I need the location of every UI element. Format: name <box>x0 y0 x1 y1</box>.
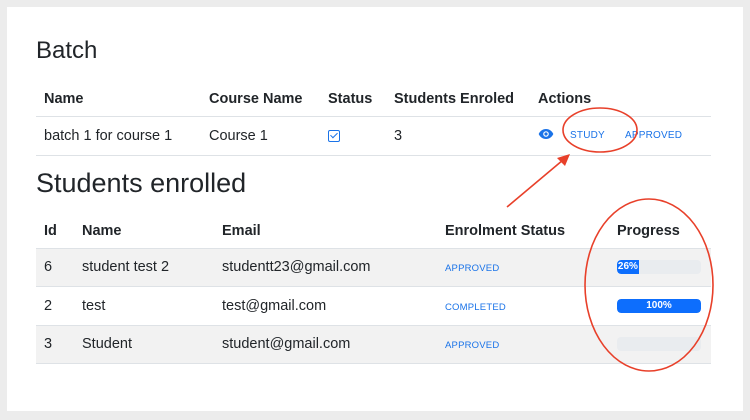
col-header-name: Name <box>36 83 201 117</box>
col-header-id: Id <box>36 214 74 249</box>
status-badge: APPROVED <box>445 263 500 275</box>
batch-heading: Batch <box>36 37 98 64</box>
status-badge: APPROVED <box>445 340 500 352</box>
student-email: studentt23@gmail.com <box>214 248 437 287</box>
checkbox-checked-icon <box>328 129 340 142</box>
student-id: 3 <box>36 325 74 364</box>
student-name: Student <box>74 325 214 364</box>
col-header-progress: Progress <box>609 214 711 249</box>
batch-students-enroled: 3 <box>386 116 530 156</box>
student-email: test@gmail.com <box>214 286 437 326</box>
col-header-email: Email <box>214 214 437 249</box>
student-id: 2 <box>36 286 74 326</box>
eye-icon[interactable] <box>538 128 554 144</box>
batch-row: batch 1 for course 1 Course 1 3 STUDY AP… <box>36 116 711 156</box>
batch-table: Name Course Name Status Students Enroled… <box>36 83 711 156</box>
approved-button[interactable]: APPROVED <box>625 130 682 141</box>
batch-course-name: Course 1 <box>201 116 320 156</box>
col-header-actions: Actions <box>530 83 711 117</box>
batch-status <box>320 116 386 156</box>
table-row: 6 student test 2 studentt23@gmail.com AP… <box>36 248 711 287</box>
students-heading: Students enrolled <box>36 168 247 198</box>
progress-fill: 26% <box>617 260 639 275</box>
student-id: 6 <box>36 248 74 287</box>
col-header-student-name: Name <box>74 214 214 249</box>
student-name: student test 2 <box>74 248 214 287</box>
progress-cell <box>609 325 711 364</box>
study-button[interactable]: STUDY <box>570 130 605 141</box>
col-header-status: Status <box>320 83 386 117</box>
enrolment-status: APPROVED <box>437 248 609 287</box>
status-badge: COMPLETED <box>445 301 506 313</box>
col-header-course-name: Course Name <box>201 83 320 117</box>
table-row: 3 Student student@gmail.com APPROVED <box>36 325 711 364</box>
progress-bar: 100% <box>617 298 701 313</box>
progress-bar: 26% <box>617 260 701 275</box>
student-name: test <box>74 286 214 326</box>
batch-header-row: Name Course Name Status Students Enroled… <box>36 83 711 117</box>
progress-cell: 100% <box>609 286 711 326</box>
progress-bar <box>617 337 701 352</box>
batch-actions: STUDY APPROVED <box>530 116 711 156</box>
enrolment-status: COMPLETED <box>437 286 609 326</box>
content-card: Batch Name Course Name Status Students E… <box>7 7 743 411</box>
progress-fill: 100% <box>617 298 701 313</box>
table-row: 2 test test@gmail.com COMPLETED 100% <box>36 286 711 326</box>
student-email: student@gmail.com <box>214 325 437 364</box>
progress-cell: 26% <box>609 248 711 287</box>
col-header-students-enroled: Students Enroled <box>386 83 530 117</box>
students-header-row: Id Name Email Enrolment Status Progress <box>36 214 711 249</box>
col-header-enrolment-status: Enrolment Status <box>437 214 609 249</box>
enrolment-status: APPROVED <box>437 325 609 364</box>
students-table: Id Name Email Enrolment Status Progress … <box>36 214 711 364</box>
batch-name: batch 1 for course 1 <box>36 116 201 156</box>
